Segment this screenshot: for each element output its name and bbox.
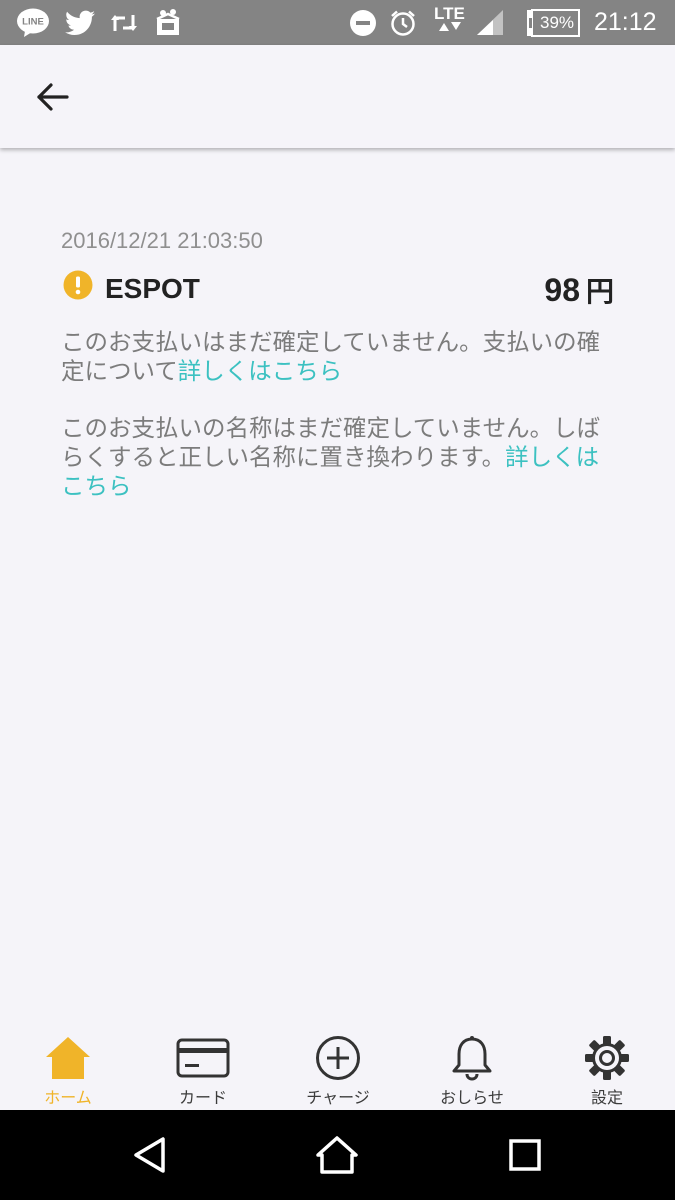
- retweet-icon: [108, 0, 140, 45]
- tab-home[interactable]: ホーム: [13, 1025, 123, 1110]
- plus-circle-icon: [316, 1036, 360, 1080]
- system-nav-bar: [0, 1110, 675, 1200]
- twitter-icon: [64, 0, 96, 45]
- home-outline-icon: [316, 1136, 358, 1174]
- details-link[interactable]: 詳しくはこちら: [178, 357, 343, 385]
- tab-settings[interactable]: 設定: [552, 1025, 662, 1110]
- amount-currency: 円: [585, 275, 614, 308]
- alarm-icon: [388, 0, 418, 45]
- status-bar: LINE LTE 39% 21:12: [0, 0, 675, 45]
- payment-unconfirmed-notice: このお支払いはまだ確定していません。支払いの確定について詳しくはこちら: [61, 328, 621, 386]
- tab-label: ホーム: [44, 1088, 92, 1107]
- merchant-name: ESPOT: [105, 273, 200, 304]
- app-header: [0, 45, 675, 148]
- clock: 21:12: [594, 8, 657, 36]
- tab-label: 設定: [590, 1088, 623, 1107]
- transaction-detail: 2016/12/21 21:03:50 ESPOT 98 円 このお支払いはまだ確…: [0, 150, 675, 1025]
- tab-label: チャージ: [306, 1088, 370, 1107]
- transaction-amount: 98 円: [544, 270, 614, 310]
- system-recents-button[interactable]: [495, 1125, 555, 1185]
- amount-value: 98: [544, 272, 580, 308]
- box-icon: [152, 0, 184, 45]
- bottom-nav: ホーム カード チャージ おしらせ 設定: [0, 1025, 675, 1110]
- tab-label: おしらせ: [440, 1088, 504, 1107]
- battery-percent: 39%: [539, 13, 575, 32]
- tab-notifications[interactable]: おしらせ: [417, 1025, 527, 1110]
- warning-icon: [63, 270, 93, 300]
- name-unconfirmed-notice: このお支払いの名称はまだ確定していません。しばらくすると正しい名称に置き換わりま…: [61, 414, 621, 501]
- svg-text:LINE: LINE: [22, 16, 44, 27]
- data-activity-icon: [436, 12, 464, 40]
- transaction-date: 2016/12/21 21:03:50: [61, 228, 263, 253]
- gear-icon: [585, 1036, 629, 1080]
- tab-card[interactable]: カード: [148, 1025, 258, 1110]
- back-button[interactable]: [22, 67, 82, 127]
- tab-charge[interactable]: チャージ: [283, 1025, 393, 1110]
- system-home-button[interactable]: [307, 1125, 367, 1185]
- line-icon: LINE: [16, 0, 50, 45]
- do-not-disturb-icon: [348, 0, 378, 45]
- square-recents-icon: [509, 1139, 541, 1171]
- bell-icon: [452, 1036, 492, 1081]
- tab-label: カード: [178, 1088, 227, 1107]
- signal-icon: [474, 0, 506, 45]
- card-icon: [176, 1038, 230, 1078]
- arrow-left-icon: [37, 83, 69, 111]
- triangle-back-icon: [134, 1137, 165, 1173]
- home-icon: [46, 1037, 90, 1079]
- system-back-button[interactable]: [120, 1125, 180, 1185]
